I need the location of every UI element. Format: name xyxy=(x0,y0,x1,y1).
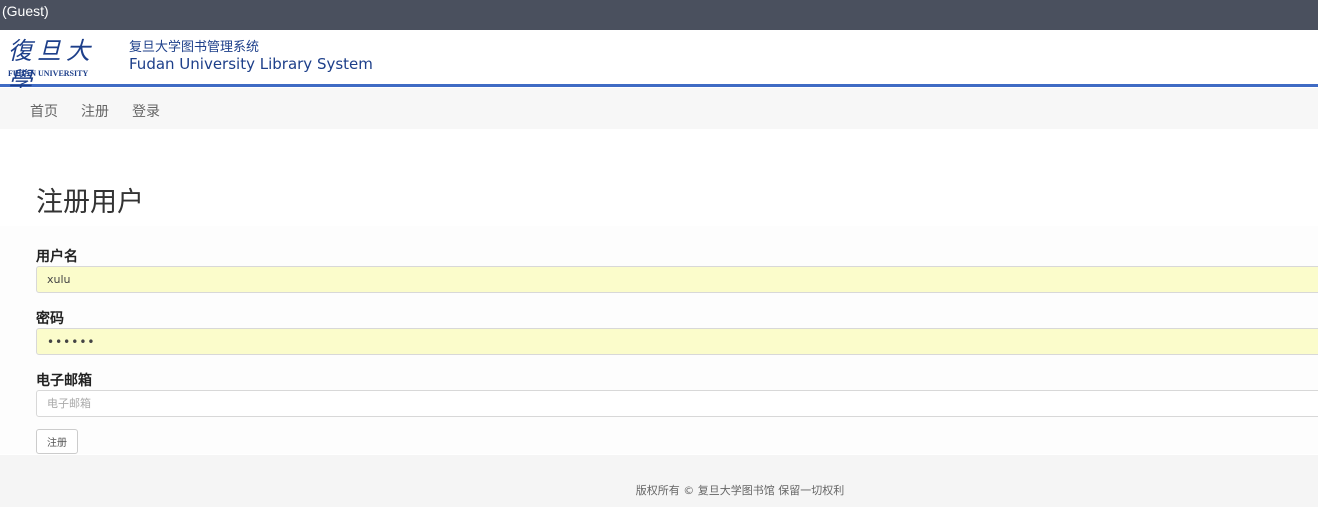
register-form: 用户名 密码 电子邮箱 注册 xyxy=(0,226,1318,454)
username-label: 用户名 xyxy=(36,249,78,265)
password-input[interactable] xyxy=(36,328,1318,355)
main-nav: 首页 注册 登录 xyxy=(0,88,1318,129)
site-title-english: Fudan University Library System xyxy=(129,55,373,73)
nav-item-login[interactable]: 登录 xyxy=(132,101,160,121)
guest-label: (Guest) xyxy=(2,3,49,19)
nav-item-register[interactable]: 注册 xyxy=(81,101,109,121)
register-submit-button[interactable]: 注册 xyxy=(36,429,78,454)
site-footer: 版权所有 © 复旦大学图书馆 保留一切权利 xyxy=(0,455,1318,507)
page-title: 注册用户 xyxy=(36,187,144,218)
email-label: 电子邮箱 xyxy=(36,373,92,389)
logo-calligraphy: 復旦大學 xyxy=(8,37,95,95)
logo-english-text: FUDAN UNIVERSITY xyxy=(8,69,89,78)
copyright-text: 版权所有 © 复旦大学图书馆 保留一切权利 xyxy=(635,484,845,497)
top-status-bar: (Guest) xyxy=(0,0,1318,30)
username-input[interactable] xyxy=(36,266,1318,293)
site-header: 復旦大學 FUDAN UNIVERSITY 复旦大学图书管理系统 Fudan U… xyxy=(0,30,1318,95)
email-input[interactable] xyxy=(36,390,1318,417)
site-title-chinese: 复旦大学图书管理系统 xyxy=(129,40,260,55)
password-label: 密码 xyxy=(36,311,64,327)
university-logo[interactable]: 復旦大學 FUDAN UNIVERSITY xyxy=(8,36,120,95)
nav-item-home[interactable]: 首页 xyxy=(30,101,58,121)
